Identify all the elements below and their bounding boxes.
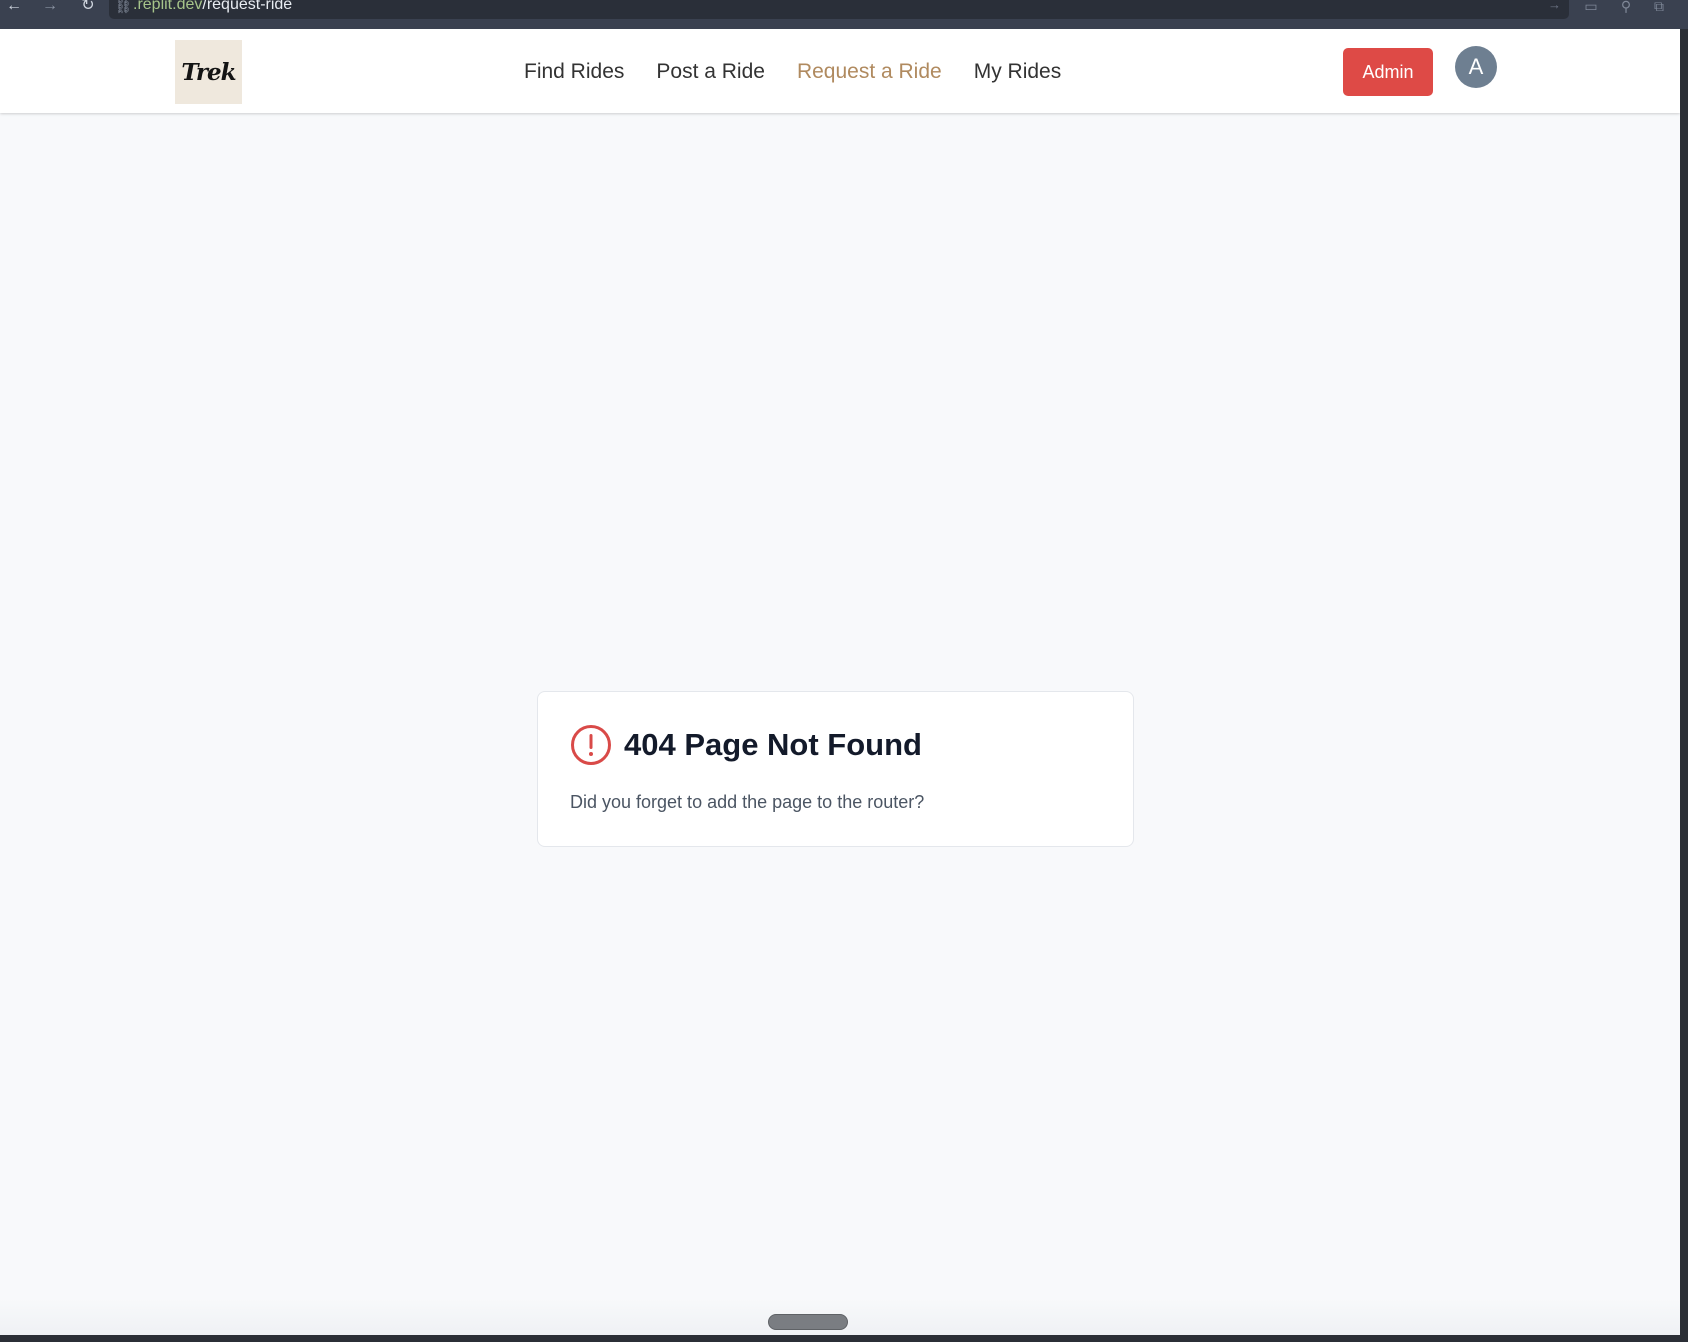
- reload-icon[interactable]: ↻: [76, 0, 100, 14]
- scrollbar[interactable]: [1680, 29, 1688, 1342]
- forward-arrow-icon[interactable]: →: [38, 0, 62, 14]
- nav-my-rides[interactable]: My Rides: [974, 58, 1062, 86]
- admin-button[interactable]: Admin: [1343, 48, 1433, 96]
- window-bottom-edge: [0, 1335, 1688, 1342]
- url-text[interactable]: .replit.dev/request-ride: [133, 0, 292, 14]
- nav-post-a-ride[interactable]: Post a Ride: [656, 58, 765, 86]
- back-arrow-icon[interactable]: ←: [2, 0, 26, 14]
- resize-handle[interactable]: [768, 1314, 848, 1330]
- link-icon: ⛓: [115, 0, 132, 14]
- nav-find-rides[interactable]: Find Rides: [524, 58, 624, 86]
- external-link-icon[interactable]: ⧉: [1649, 0, 1669, 14]
- browser-toolbar: ← → ↻ ⛓ .replit.dev/request-ride → ▭ ⚲ ⧉: [0, 0, 1688, 29]
- wrench-icon[interactable]: ⚲: [1616, 0, 1636, 14]
- page-viewport: Trek Find Rides Post a Ride Request a Ri…: [0, 29, 1680, 1335]
- nav-request-a-ride[interactable]: Request a Ride: [797, 58, 942, 86]
- alert-circle-icon: [571, 725, 611, 765]
- user-avatar[interactable]: A: [1455, 46, 1497, 88]
- url-domain: .replit.dev: [133, 0, 203, 13]
- address-bar[interactable]: ⛓ .replit.dev/request-ride →: [109, 0, 1569, 19]
- logo-text: Trek: [181, 58, 236, 86]
- site-header: Trek Find Rides Post a Ride Request a Ri…: [0, 29, 1680, 113]
- main-nav: Find Rides Post a Ride Request a Ride My…: [524, 58, 1061, 86]
- page-title: 404 Page Not Found: [624, 727, 922, 762]
- trek-logo[interactable]: Trek: [175, 40, 242, 104]
- monitor-icon[interactable]: ▭: [1581, 0, 1601, 14]
- go-arrow-icon[interactable]: →: [1548, 0, 1561, 12]
- url-path: /request-ride: [202, 0, 293, 13]
- not-found-card: 404 Page Not Found Did you forget to add…: [537, 691, 1134, 847]
- error-message: Did you forget to add the page to the ro…: [570, 792, 925, 812]
